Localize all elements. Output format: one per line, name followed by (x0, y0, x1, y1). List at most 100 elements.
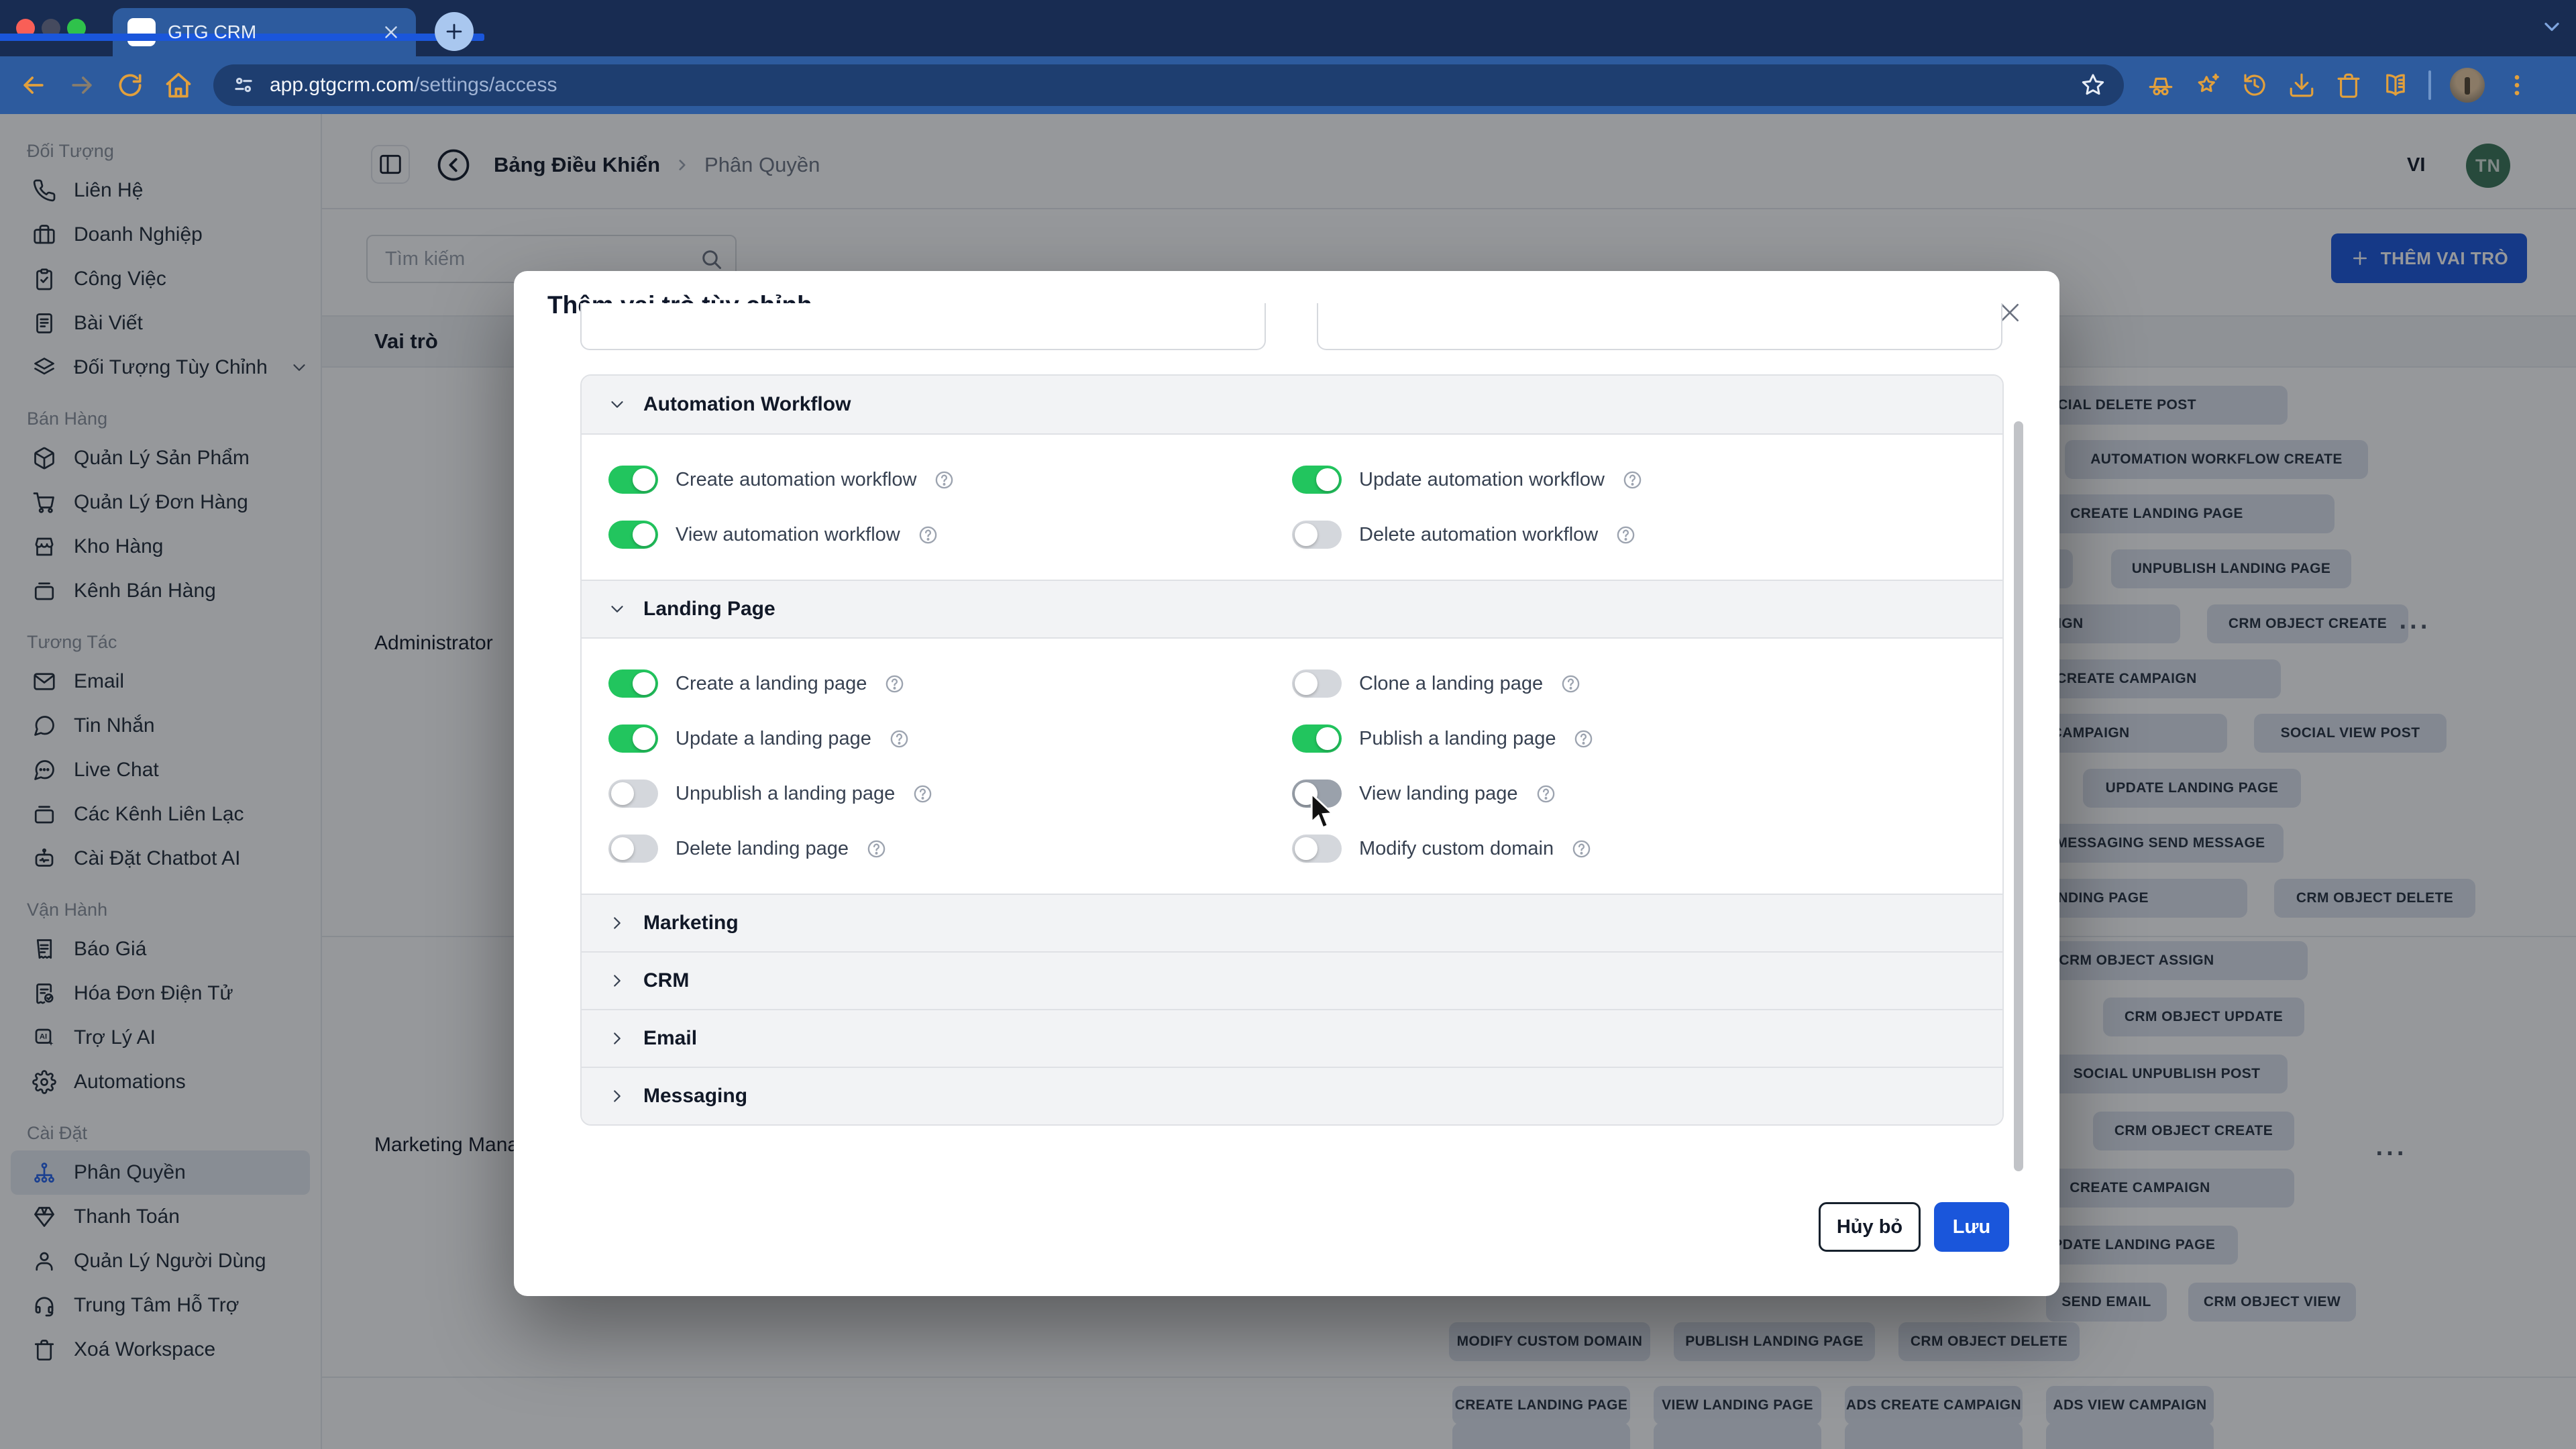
toggle-create-automation-workflow[interactable] (608, 466, 658, 494)
chevron-right-icon (607, 1086, 627, 1106)
incognito-extension-icon[interactable] (2147, 71, 2175, 99)
permission-toggle-row-update-automation-workflow: Update automation workflow (1292, 452, 1976, 507)
permission-toggle-row-update-a-landing-page: Update a landing page (608, 711, 1292, 766)
section-label: Marketing (643, 912, 739, 934)
permission-toggle-row-clone-a-landing-page: Clone a landing page (1292, 656, 1976, 711)
permission-section-automation-workflow: Automation Workflow Create automation wor… (582, 376, 2002, 580)
modal-scrollbar[interactable] (2014, 421, 2023, 1171)
chevron-right-icon (607, 1028, 627, 1049)
bookmark-star-icon[interactable] (2080, 72, 2106, 99)
help-icon[interactable] (918, 525, 938, 545)
help-icon[interactable] (1615, 525, 1636, 545)
help-icon[interactable] (889, 729, 910, 749)
toggle-label: Update automation workflow (1359, 468, 1605, 490)
toggle-delete-automation-workflow[interactable] (1292, 521, 1342, 549)
section-label: Messaging (643, 1085, 748, 1107)
reload-icon[interactable] (115, 70, 145, 100)
help-icon[interactable] (866, 839, 887, 859)
toggle-modify-custom-domain[interactable] (1292, 835, 1342, 863)
toggle-label: Update a landing page (676, 727, 871, 749)
chevron-right-icon (607, 913, 627, 933)
help-icon[interactable] (1571, 839, 1592, 859)
download-icon[interactable] (2288, 71, 2316, 99)
help-icon[interactable] (1573, 729, 1594, 749)
section-label: Email (643, 1027, 698, 1049)
permission-toggle-row-publish-a-landing-page: Publish a landing page (1292, 711, 1976, 766)
help-icon[interactable] (1536, 784, 1556, 804)
back-icon[interactable] (19, 70, 48, 100)
toggle-label: Delete landing page (676, 837, 849, 859)
window-chevron-icon[interactable] (2540, 15, 2564, 39)
permission-toggle-row-delete-landing-page: Delete landing page (608, 821, 1292, 876)
toggle-create-a-landing-page[interactable] (608, 669, 658, 698)
browser-profile-avatar[interactable] (2450, 68, 2485, 103)
browser-toolbar: app.gtgcrm.com/settings/access (0, 56, 2576, 114)
history-icon[interactable] (2241, 71, 2269, 99)
modal-footer: Hủy bỏ Lưu (1819, 1202, 2009, 1252)
star-extension-icon[interactable] (2194, 71, 2222, 99)
section-body: Create a landing page Clone a landing pag… (582, 637, 2002, 894)
toggle-unpublish-a-landing-page[interactable] (608, 780, 658, 808)
permission-section-landing-page: Landing Page Create a landing page Clone a… (582, 580, 2002, 894)
browser-menu-icon[interactable] (2504, 72, 2530, 99)
chevron-right-icon (607, 971, 627, 991)
toggle-label: Unpublish a landing page (676, 782, 896, 804)
url-text: app.gtgcrm.com/settings/access (270, 74, 557, 96)
home-icon[interactable] (164, 70, 193, 100)
section-header-automation-workflow[interactable]: Automation Workflow (582, 376, 2002, 433)
section-label: CRM (643, 969, 690, 991)
section-header-crm[interactable]: CRM (582, 951, 2002, 1009)
section-header-email[interactable]: Email (582, 1009, 2002, 1067)
trash-extension-icon[interactable] (2334, 71, 2363, 99)
chevron-down-icon (607, 599, 627, 619)
site-settings-icon[interactable] (231, 72, 256, 98)
help-icon[interactable] (934, 470, 955, 490)
section-header-marketing[interactable]: Marketing (582, 894, 2002, 951)
section-label: Landing Page (643, 598, 775, 620)
section-header-messaging[interactable]: Messaging (582, 1067, 2002, 1124)
help-icon[interactable] (912, 784, 933, 804)
mouse-cursor (1310, 793, 1335, 829)
permission-section-email: Email (582, 1009, 2002, 1067)
toggle-label: Clone a landing page (1359, 672, 1544, 694)
toggle-delete-landing-page[interactable] (608, 835, 658, 863)
reading-list-icon[interactable] (2381, 71, 2410, 99)
tab-close-icon[interactable] (381, 22, 401, 42)
tab-title: GTG CRM (168, 21, 257, 42)
toggle-clone-a-landing-page[interactable] (1292, 669, 1342, 698)
toggle-update-a-landing-page[interactable] (608, 724, 658, 753)
cancel-button[interactable]: Hủy bỏ (1819, 1202, 1921, 1252)
permissions-accordion: Automation Workflow Create automation wor… (580, 374, 2004, 1126)
save-button[interactable]: Lưu (1934, 1202, 2009, 1252)
toggle-label: Publish a landing page (1359, 727, 1556, 749)
help-icon[interactable] (1560, 674, 1581, 694)
toggle-publish-a-landing-page[interactable] (1292, 724, 1342, 753)
browser-chrome: GTG CRM GTG CRM app.gtgcrm.com/settings/… (0, 0, 2576, 114)
toggle-label: Create automation workflow (676, 468, 917, 490)
permission-toggle-row-create-automation-workflow: Create automation workflow (608, 452, 1292, 507)
toggle-view-automation-workflow[interactable] (608, 521, 658, 549)
section-header-landing-page[interactable]: Landing Page (582, 580, 2002, 637)
permission-section-marketing: Marketing (582, 894, 2002, 951)
toggle-label: View landing page (1359, 782, 1518, 804)
help-icon[interactable] (884, 674, 905, 694)
role-name-input[interactable] (580, 303, 1266, 350)
toggle-label: Modify custom domain (1359, 837, 1554, 859)
toggle-label: Delete automation workflow (1359, 523, 1599, 545)
toggle-update-automation-workflow[interactable] (1292, 466, 1342, 494)
new-tab-button[interactable] (435, 12, 474, 51)
section-body: Create automation workflow Update automat… (582, 433, 2002, 580)
browser-window: GTG CRM GTG CRM app.gtgcrm.com/settings/… (0, 0, 2576, 1449)
toggle-label: Create a landing page (676, 672, 867, 694)
chevron-down-icon (607, 394, 627, 415)
role-description-input[interactable] (1317, 303, 2002, 350)
forward-icon[interactable] (67, 70, 97, 100)
permission-section-messaging: Messaging (582, 1067, 2002, 1124)
permission-toggle-row-view-landing-page: View landing page (1292, 766, 1976, 821)
help-icon[interactable] (1622, 470, 1643, 490)
browser-tab[interactable]: GTG CRM GTG CRM (0, 8, 484, 56)
address-bar[interactable]: app.gtgcrm.com/settings/access (213, 64, 2124, 106)
permission-toggle-row-unpublish-a-landing-page: Unpublish a landing page (608, 766, 1292, 821)
plus-icon (446, 23, 462, 40)
site-favicon: GTG CRM (0, 18, 484, 46)
